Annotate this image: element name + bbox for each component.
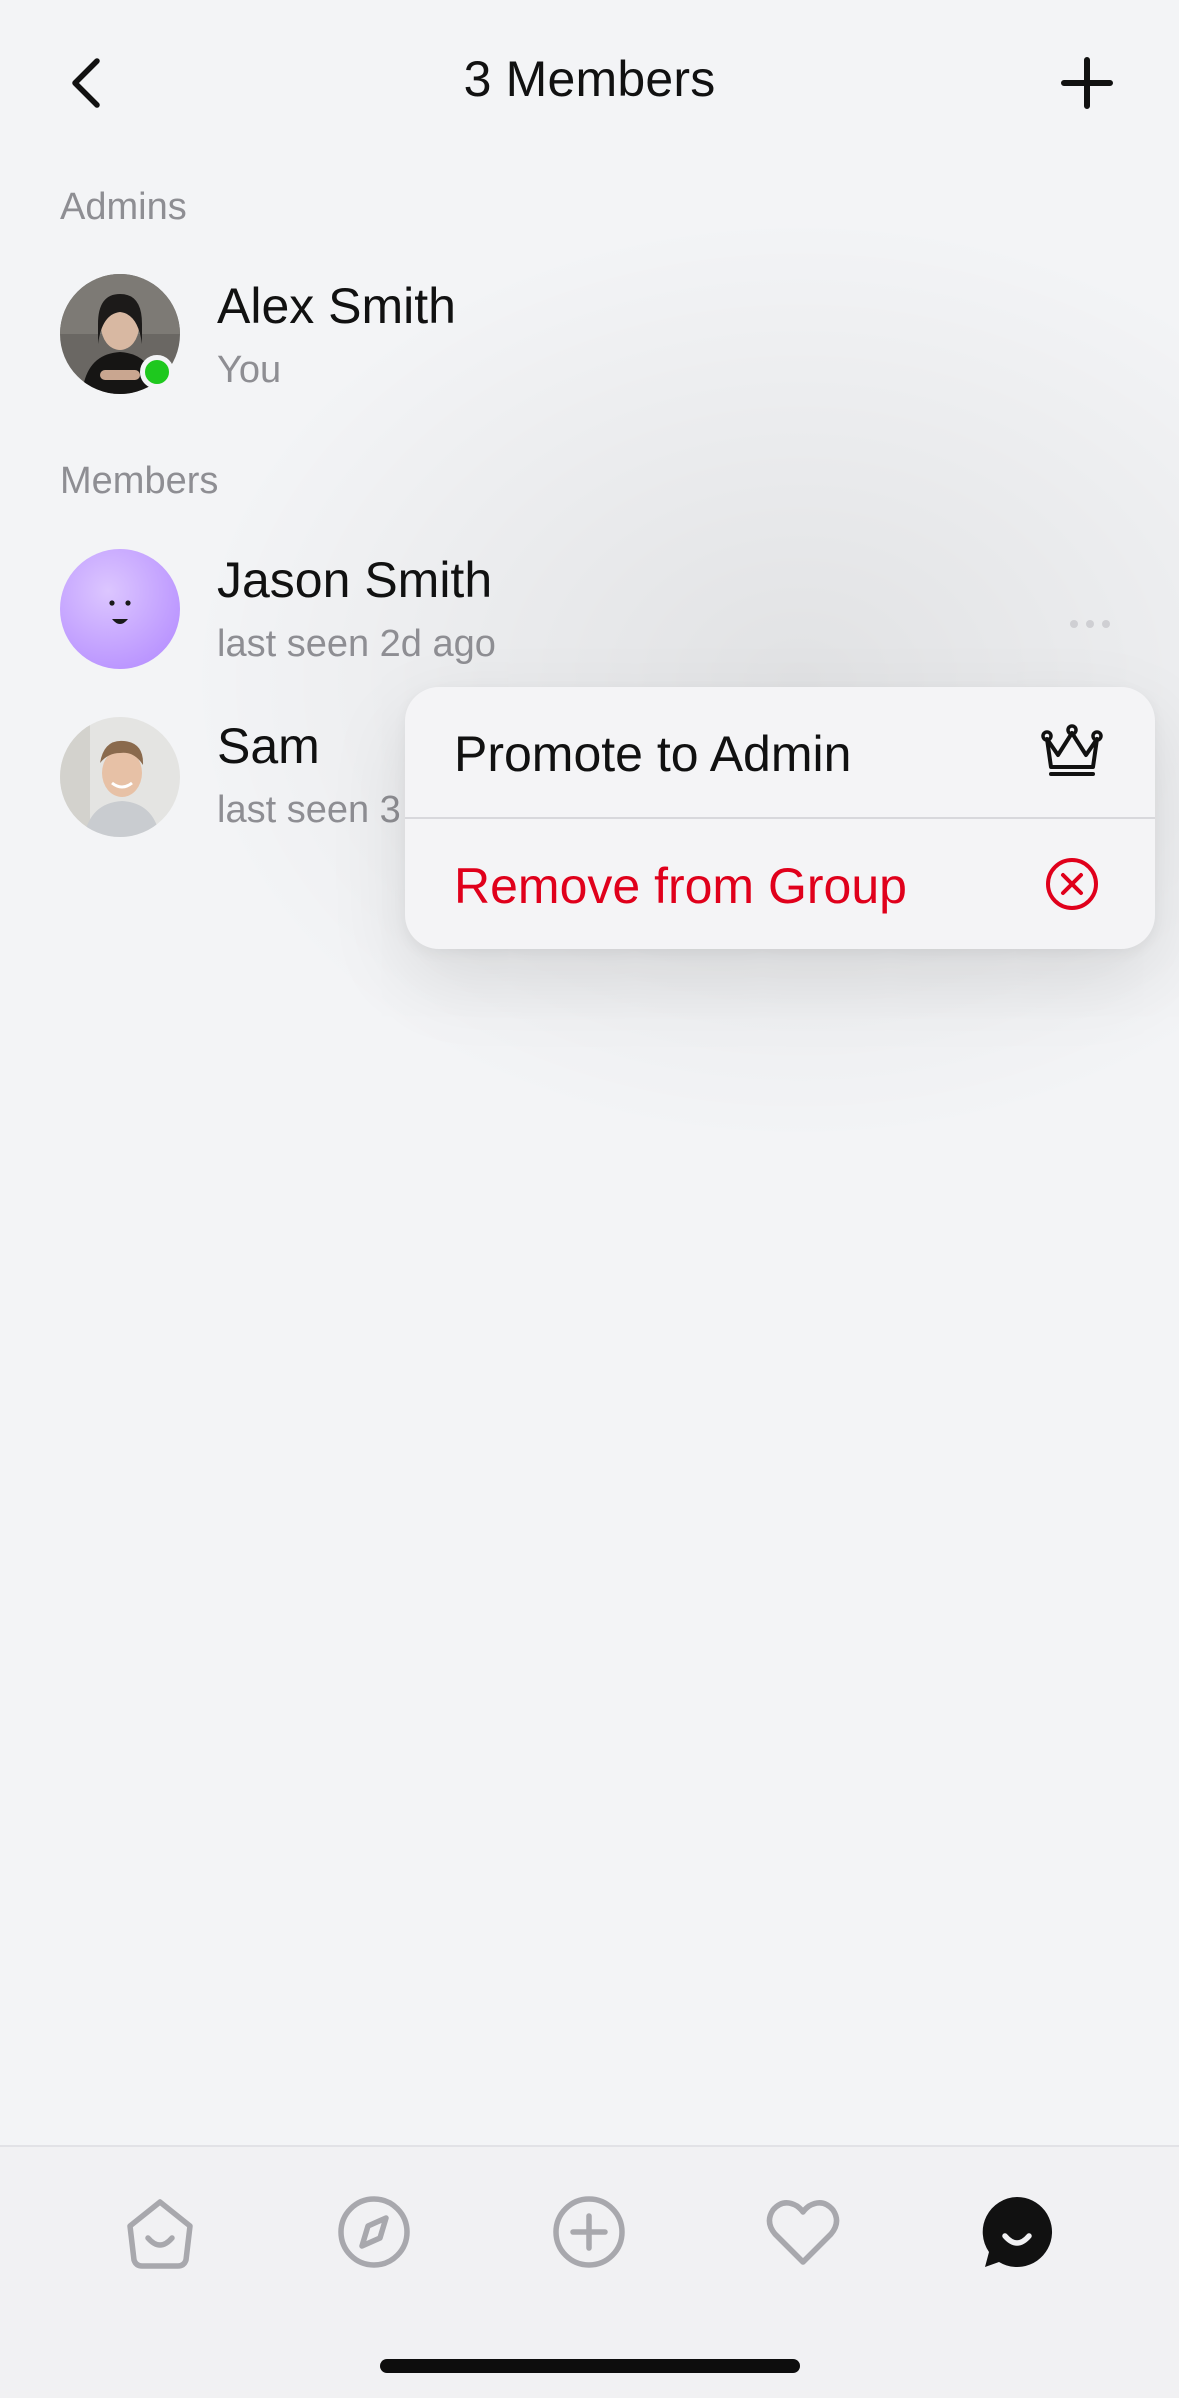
member-context-menu: Promote to Admin Remove from Group (405, 687, 1155, 949)
member-name: Sam (217, 718, 320, 774)
more-options-button[interactable] (1060, 609, 1120, 639)
promote-to-admin-menu-item[interactable]: Promote to Admin (405, 687, 1155, 817)
member-name: Alex Smith (217, 278, 456, 334)
dot (1086, 620, 1094, 628)
tab-explore[interactable] (329, 2187, 419, 2277)
add-member-button[interactable] (1047, 48, 1127, 118)
nav-header: 3 Members (0, 0, 1179, 170)
member-subtitle: last seen 2d ago (217, 623, 496, 665)
page-title: 3 Members (463, 51, 716, 107)
member-name: Jason Smith (217, 552, 493, 608)
tab-home[interactable] (115, 2187, 205, 2277)
home-indicator (380, 2359, 800, 2373)
menu-item-label: Promote to Admin (454, 726, 852, 782)
avatar (60, 717, 180, 837)
chat-icon (982, 2197, 1053, 2267)
member-subtitle: You (217, 349, 282, 391)
dot (1102, 620, 1110, 628)
plus-circle-icon (553, 2196, 625, 2268)
menu-item-label: Remove from Group (454, 858, 907, 914)
heart-icon (766, 2200, 840, 2265)
compass-icon (338, 2196, 410, 2268)
plus-icon (1061, 57, 1113, 109)
tab-chats[interactable] (972, 2187, 1062, 2277)
tab-create[interactable] (544, 2187, 634, 2277)
section-label-admins: Admins (60, 186, 187, 228)
remove-from-group-menu-item[interactable]: Remove from Group (405, 819, 1155, 949)
dot (1070, 620, 1078, 628)
member-subtitle: last seen 3 (217, 789, 401, 831)
avatar (60, 549, 180, 669)
online-status-dot (140, 355, 174, 389)
tab-favorites[interactable] (758, 2187, 848, 2277)
section-label-members: Members (60, 460, 219, 502)
crown-icon (1041, 724, 1103, 776)
member-row-admin[interactable]: Alex Smith You (0, 257, 1179, 407)
bottom-tab-bar (0, 2145, 1179, 2398)
x-circle-icon (1046, 858, 1098, 910)
home-icon (127, 2199, 193, 2269)
member-row-jason[interactable]: Jason Smith last seen 2d ago (0, 531, 1179, 681)
